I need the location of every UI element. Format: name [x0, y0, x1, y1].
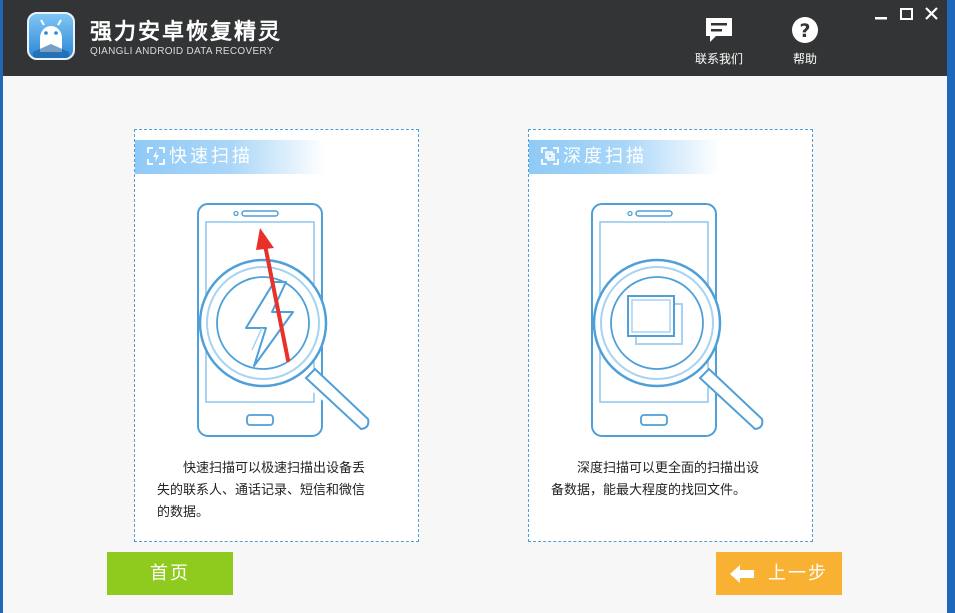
help-label: 帮助	[792, 52, 817, 66]
quick-scan-description: 快速扫描可以极速扫描出设备丢 失的联系人、通话记录、短信和微信 的数据。	[157, 458, 402, 524]
previous-step-label: 上一步	[768, 563, 828, 584]
deep-desc-line1: 深度扫描可以更全面的扫描出设	[577, 461, 760, 476]
home-button[interactable]: 首页	[107, 552, 233, 595]
contact-us-button[interactable]: 联系我们	[688, 16, 750, 68]
contact-us-label: 联系我们	[694, 52, 743, 66]
deep-scan-description: 深度扫描可以更全面的扫描出设 备数据，能最大程度的找回文件。	[551, 458, 796, 502]
deep-scan-header[interactable]: 深度扫描	[529, 140, 719, 174]
arrow-left-icon	[730, 565, 754, 583]
deep-scan-illustration	[591, 203, 764, 437]
scan-frame-icon	[541, 147, 559, 165]
previous-step-button[interactable]: 上一步	[716, 552, 842, 595]
minimize-icon[interactable]	[871, 4, 893, 24]
help-icon: ?	[792, 17, 818, 43]
deep-scan-title: 深度扫描	[563, 146, 647, 167]
quick-desc-line1: 快速扫描可以极速扫描出设备丢	[183, 461, 366, 476]
app-subtitle: QIANGLI ANDROID DATA RECOVERY	[90, 46, 274, 57]
deep-desc-line2: 备数据，能最大程度的找回文件。	[551, 483, 747, 498]
android-app-icon	[27, 12, 75, 60]
app-title: 强力安卓恢复精灵	[90, 20, 283, 45]
quick-scan-header[interactable]: 快速扫描	[135, 140, 325, 174]
scan-frame-icon	[147, 147, 165, 165]
deep-scan-card[interactable]: 深度扫描 深度扫描可以更全面的扫描出设 备数据，能最大程度的找回文件。	[528, 129, 813, 542]
layers-icon	[627, 295, 683, 345]
close-icon[interactable]	[921, 4, 943, 24]
maximize-icon[interactable]	[896, 4, 918, 24]
quick-scan-title: 快速扫描	[169, 146, 253, 167]
quick-scan-card[interactable]: 快速扫描 快速扫描可以极速扫描出设备丢 失的联系人、通话记录、短信和微信 的数据…	[134, 129, 419, 542]
title-bar: 强力安卓恢复精灵 QIANGLI ANDROID DATA RECOVERY 联…	[3, 0, 947, 76]
app-window: 强力安卓恢复精灵 QIANGLI ANDROID DATA RECOVERY 联…	[3, 0, 947, 613]
chat-icon	[706, 18, 732, 42]
svg-text:?: ?	[799, 20, 810, 42]
quick-desc-line3: 的数据。	[157, 505, 210, 520]
help-button[interactable]: ? 帮助	[774, 16, 836, 68]
quick-scan-illustration	[197, 203, 370, 437]
quick-desc-line2: 失的联系人、通话记录、短信和微信	[157, 483, 366, 498]
